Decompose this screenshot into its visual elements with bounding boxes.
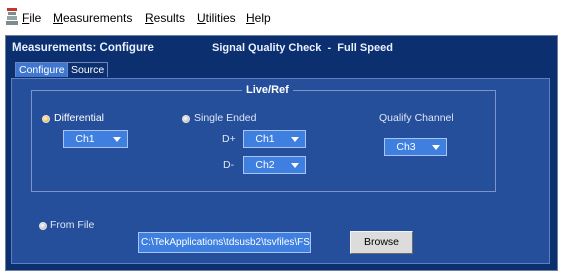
dminus-label: D- [223,159,235,171]
configure-panel: Live/Ref Differential Ch1 Single Ended D… [11,78,550,264]
tab-source[interactable]: Source [67,62,109,77]
single-ended-label: Single Ended [194,112,257,124]
configure-window: Measurements: Configure Signal Quality C… [5,35,558,271]
differential-radio[interactable] [42,115,50,123]
chevron-down-icon [291,137,299,142]
file-path-input[interactable]: C:\TekApplications\tdsusb2\tsvfiles\FS_ [138,232,311,253]
window-subtitle: Signal Quality Check - Full Speed [212,42,393,54]
differential-label: Differential [54,112,104,124]
window-title: Measurements: Configure [12,42,154,54]
menu-help[interactable]: Help [246,11,271,25]
chevron-down-icon [291,163,299,168]
menu-bar: File Measurements Results Utilities Help [0,0,561,34]
dplus-label: D+ [222,133,236,145]
from-file-radio[interactable] [39,222,47,230]
single-ended-radio[interactable] [182,115,190,123]
app-icon [6,8,18,25]
menu-measurements[interactable]: Measurements [53,11,132,25]
qualify-channel-select[interactable]: Ch3 [384,138,447,156]
from-file-label: From File [50,219,95,231]
liveref-title: Live/Ref [242,84,293,96]
tab-configure[interactable]: Configure [15,62,69,77]
chevron-down-icon [113,137,121,142]
menu-results[interactable]: Results [145,11,185,25]
browse-button[interactable]: Browse [350,231,413,254]
liveref-group: Live/Ref Differential Ch1 Single Ended D… [31,84,496,192]
differential-channel-select[interactable]: Ch1 [63,130,128,148]
qualify-channel-label: Qualify Channel [379,112,454,124]
dminus-channel-select[interactable]: Ch2 [243,156,306,174]
menu-file[interactable]: File [22,11,41,25]
dplus-channel-select[interactable]: Ch1 [243,130,306,148]
chevron-down-icon [432,145,440,150]
menu-utilities[interactable]: Utilities [197,11,236,25]
